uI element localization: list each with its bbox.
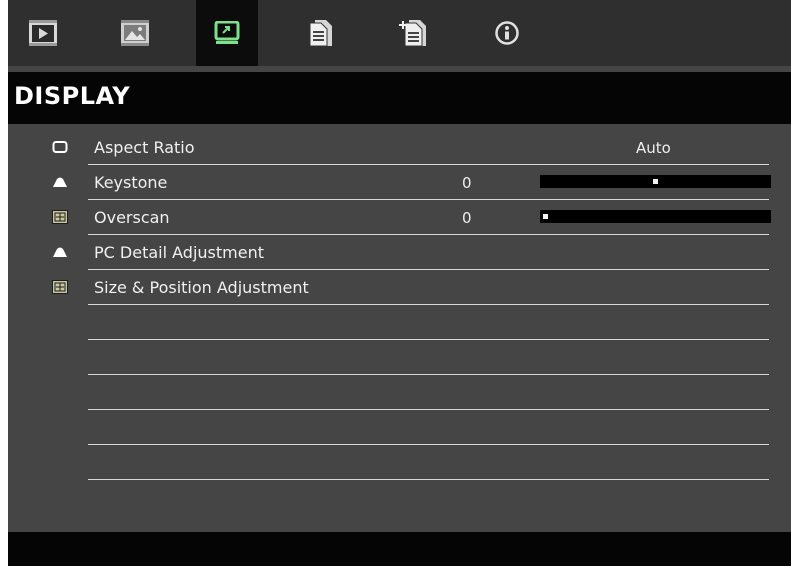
menu-row-aspect-ratio[interactable]: Aspect Ratio Auto: [52, 130, 769, 165]
keystone-slider-thumb[interactable]: [653, 179, 658, 184]
empty-row: [88, 375, 769, 410]
menu-row-overscan[interactable]: Overscan 0: [52, 200, 771, 235]
rectangle-icon: [52, 141, 68, 153]
overscan-icon: [52, 280, 68, 294]
empty-row: [88, 410, 769, 445]
page-title: DISPLAY: [14, 82, 131, 110]
tab-picture[interactable]: [104, 0, 166, 66]
overscan-slider-thumb[interactable]: [543, 214, 548, 219]
osd-menu: DISPLAY Aspect Ratio Auto Keystone 0 Ove…: [0, 0, 791, 566]
trapezoid-icon: [53, 247, 67, 257]
keystone-label: Keystone: [94, 173, 168, 192]
tab-setup[interactable]: [290, 0, 352, 66]
size-position-label: Size & Position Adjustment: [94, 278, 309, 297]
info-icon: [495, 21, 519, 45]
empty-row: [88, 445, 769, 480]
overscan-label: Overscan: [94, 208, 170, 227]
tab-display[interactable]: [196, 0, 258, 66]
document-plus-icon: [399, 20, 426, 47]
title-bar: DISPLAY: [8, 72, 791, 124]
tab-info[interactable]: [476, 0, 538, 66]
tab-options[interactable]: [382, 0, 444, 66]
menu-row-pc-detail[interactable]: PC Detail Adjustment: [53, 235, 769, 270]
tab-bar: [8, 0, 791, 66]
overscan-slider[interactable]: [540, 210, 771, 223]
aspect-ratio-label: Aspect Ratio: [94, 138, 195, 157]
footer-bar: [8, 532, 791, 566]
pc-detail-label: PC Detail Adjustment: [94, 243, 264, 262]
keystone-value: 0: [462, 174, 472, 192]
display-panel: DISPLAY Aspect Ratio Auto Keystone 0 Ove…: [8, 66, 791, 566]
monitor-play-icon: [29, 20, 57, 46]
display-screen-icon: [214, 21, 240, 44]
trapezoid-icon: [53, 177, 67, 187]
empty-row: [88, 305, 769, 340]
document-icon: [309, 20, 332, 47]
empty-row: [88, 340, 769, 375]
picture-film-icon: [121, 20, 149, 46]
overscan-icon: [52, 210, 68, 224]
menu-row-keystone[interactable]: Keystone 0: [53, 165, 771, 200]
menu-row-size-position[interactable]: Size & Position Adjustment: [52, 270, 769, 305]
overscan-value: 0: [462, 209, 472, 227]
aspect-ratio-value[interactable]: Auto: [636, 139, 671, 157]
keystone-slider[interactable]: [540, 175, 771, 188]
tab-image[interactable]: [12, 0, 74, 66]
